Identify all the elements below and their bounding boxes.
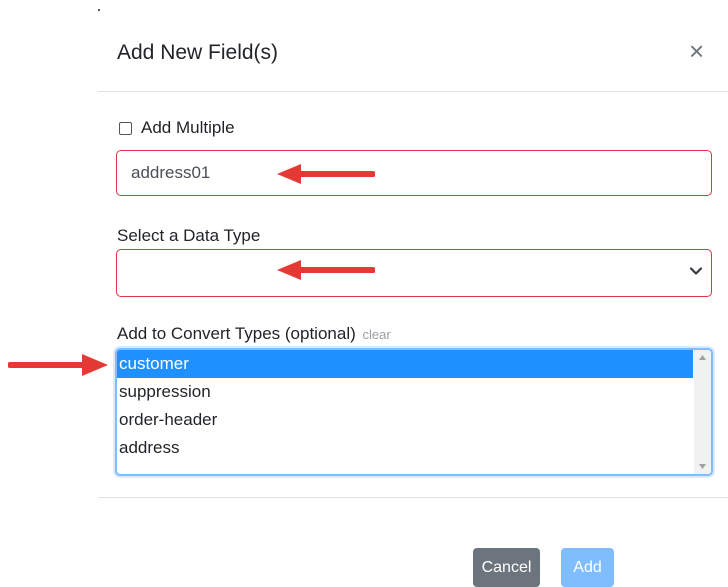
list-option-suppression[interactable]: suppression: [117, 378, 693, 406]
scroll-down-icon[interactable]: [698, 462, 707, 470]
scroll-up-icon[interactable]: [698, 354, 707, 362]
modal-footer-divider: [98, 497, 728, 498]
list-option-address[interactable]: address: [117, 434, 693, 462]
red-arrow-icon: [277, 164, 375, 184]
close-icon[interactable]: ×: [689, 36, 704, 66]
convert-types-listbox[interactable]: customer suppression order-header addres…: [115, 348, 713, 476]
red-arrow-icon: [8, 354, 108, 376]
clear-link[interactable]: clear: [363, 327, 391, 342]
convert-types-label: Add to Convert Types (optional): [117, 324, 356, 343]
data-type-select[interactable]: [116, 249, 712, 297]
list-option-order-header[interactable]: order-header: [117, 406, 693, 434]
modal-header: Add New Field(s) ×: [98, 0, 728, 92]
add-multiple-checkbox[interactable]: [119, 121, 132, 135]
cancel-button[interactable]: Cancel: [473, 548, 540, 587]
add-multiple-label[interactable]: Add Multiple: [141, 118, 235, 138]
list-option-customer[interactable]: customer: [117, 350, 693, 378]
convert-types-label-row: Add to Convert Types (optional) clear: [117, 324, 391, 344]
data-type-label: Select a Data Type: [117, 226, 261, 245]
add-field-modal: Add New Field(s) × Add Multiple Select a…: [98, 0, 728, 575]
add-button[interactable]: Add: [561, 548, 614, 587]
chevron-down-icon: [689, 267, 703, 275]
modal-title: Add New Field(s): [117, 41, 279, 64]
red-arrow-icon: [277, 260, 375, 280]
listbox-scrollbar[interactable]: [694, 350, 711, 474]
field-name-input[interactable]: [116, 150, 712, 196]
add-multiple-row[interactable]: Add Multiple: [119, 117, 235, 139]
